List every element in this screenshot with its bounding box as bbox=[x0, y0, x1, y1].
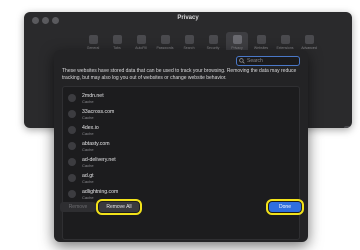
gear-icon bbox=[88, 35, 98, 44]
search-field[interactable] bbox=[236, 56, 300, 66]
search-icon bbox=[184, 35, 194, 44]
search-icon bbox=[239, 58, 245, 64]
globe-icon bbox=[68, 94, 76, 102]
list-item[interactable]: 33across.com Cache bbox=[63, 106, 299, 122]
data-type: Cache bbox=[82, 130, 94, 136]
globe-icon bbox=[68, 110, 76, 118]
pencil-icon bbox=[136, 35, 146, 44]
window-title: Privacy bbox=[177, 15, 199, 21]
remove-button[interactable]: Remove bbox=[60, 202, 96, 212]
globe-icon bbox=[256, 35, 266, 44]
data-type: Cache bbox=[82, 146, 94, 152]
data-type: Cache bbox=[82, 194, 94, 200]
help-button[interactable] bbox=[344, 126, 352, 128]
hand-icon bbox=[232, 35, 242, 44]
list-item[interactable]: 4dex.io Cache bbox=[63, 122, 299, 138]
tabs-icon bbox=[112, 35, 122, 44]
list-item[interactable]: ad-delivery.net Cache bbox=[63, 154, 299, 170]
globe-icon bbox=[68, 174, 76, 182]
sheet-description: These websites have stored data that can… bbox=[62, 68, 297, 81]
website-list[interactable]: 2mdn.net Cache 33across.com Cache 4dex.io C… bbox=[62, 86, 300, 240]
globe-icon bbox=[68, 190, 76, 198]
globe-icon bbox=[68, 142, 76, 150]
search-input[interactable] bbox=[247, 58, 299, 64]
list-item[interactable]: ad.gt Cache bbox=[63, 170, 299, 186]
data-type: Cache bbox=[82, 162, 94, 168]
list-item[interactable]: 2mdn.net Cache bbox=[63, 90, 299, 106]
puzzle-icon bbox=[280, 35, 290, 44]
data-type: Cache bbox=[82, 98, 94, 104]
gear-icon bbox=[304, 35, 314, 44]
globe-icon bbox=[68, 126, 76, 134]
data-type: Cache bbox=[82, 114, 94, 120]
website-data-sheet: These websites have stored data that can… bbox=[54, 50, 308, 242]
title-bar: Privacy bbox=[24, 12, 352, 28]
globe-icon bbox=[68, 158, 76, 166]
remove-all-button[interactable]: Remove All bbox=[96, 199, 142, 215]
done-button[interactable]: Done bbox=[266, 199, 304, 215]
key-icon bbox=[160, 35, 170, 44]
data-type: Cache bbox=[82, 178, 94, 184]
list-item[interactable]: adlightning.com Cache bbox=[63, 186, 299, 202]
lock-icon bbox=[208, 35, 218, 44]
list-item[interactable]: abtasty.com Cache bbox=[63, 138, 299, 154]
